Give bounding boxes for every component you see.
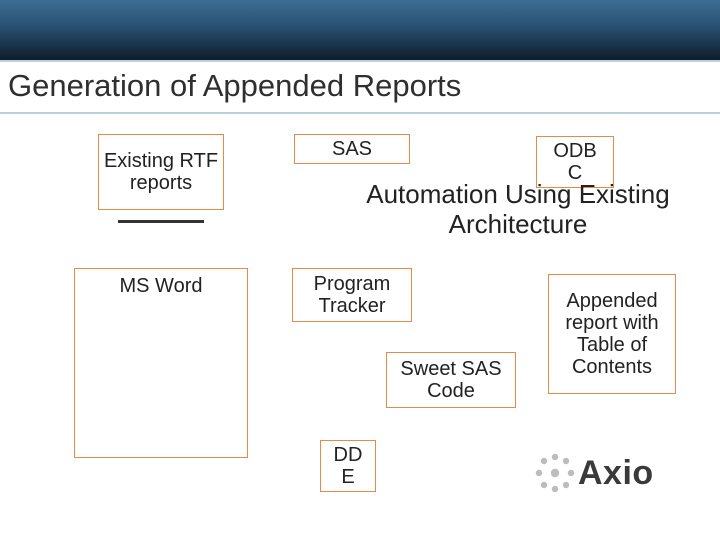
axio-logo: Axio xyxy=(534,452,654,494)
box-existing-rtf: Existing RTF reports xyxy=(98,134,224,210)
box-appended-report: Appended report with Table of Contents xyxy=(548,274,676,394)
box-dde: DD E xyxy=(320,440,376,492)
box-ms-word: MS Word xyxy=(74,268,248,458)
box-sweet-sas: Sweet SAS Code xyxy=(386,352,516,408)
header-band xyxy=(0,0,720,60)
axio-logo-mark-icon xyxy=(534,452,576,494)
subtitle: Automation Using Existing Architecture xyxy=(348,180,688,240)
connector-line xyxy=(118,220,204,223)
box-program-tracker: Program Tracker xyxy=(292,268,412,322)
axio-logo-text: Axio xyxy=(578,454,654,493)
page-title: Generation of Appended Reports xyxy=(8,68,712,104)
box-sas: SAS xyxy=(294,134,410,164)
title-bar: Generation of Appended Reports xyxy=(0,60,720,114)
diagram-canvas: Existing RTF reports SAS ODB C Automatio… xyxy=(0,120,720,540)
